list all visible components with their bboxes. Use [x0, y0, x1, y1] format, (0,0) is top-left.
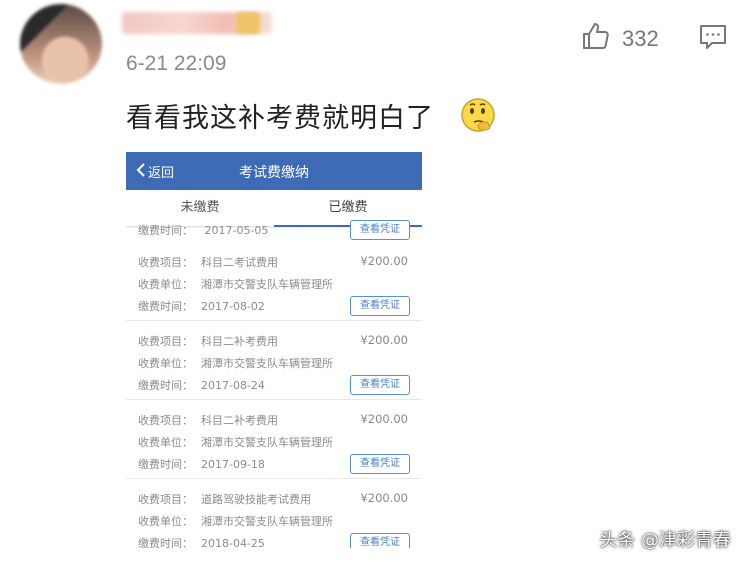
- payment-time: 2017-09-18: [201, 458, 265, 471]
- comment-text: 看看我这补考费就明白了: [126, 103, 434, 134]
- field-label: 缴费时间：: [138, 224, 193, 237]
- view-receipt-button[interactable]: 查看凭证: [350, 454, 410, 474]
- field-label: 收费单位：: [138, 515, 193, 528]
- view-receipt-button[interactable]: 查看凭证: [350, 533, 410, 548]
- payment-time: 2017-05-05: [204, 224, 269, 237]
- like-count: 332: [622, 26, 659, 51]
- comment-icon: [698, 25, 728, 56]
- list-item: 收费项目： 道路驾驶技能考试费用 ¥200.00 收费单位： 湘潭市交警支队车辆管理…: [126, 479, 422, 548]
- payment-time: 2017-08-24: [201, 379, 265, 392]
- field-label: 收费项目：: [138, 493, 193, 506]
- screen-title: 考试费缴纳: [239, 165, 309, 181]
- like-button[interactable]: 332: [580, 20, 659, 58]
- watermark: 头条 @津彩青春: [599, 530, 731, 551]
- fee-unit: 湘潭市交警支队车辆管理所: [201, 436, 333, 449]
- avatar[interactable]: [20, 4, 102, 84]
- field-label: 缴费时间：: [138, 537, 193, 548]
- field-label: 收费项目：: [138, 414, 193, 427]
- fee-item: 道路驾驶技能考试费用: [201, 493, 311, 506]
- field-label: 收费单位：: [138, 357, 193, 370]
- payment-time: 2018-04-25: [201, 537, 265, 548]
- fee-unit: 湘潭市交警支队车辆管理所: [201, 515, 333, 528]
- fee-item: 科目二补考费用: [201, 414, 278, 427]
- field-label: 缴费时间：: [138, 458, 193, 471]
- fee-amount: ¥200.00: [360, 254, 408, 268]
- fee-item: 科目二补考费用: [201, 335, 278, 348]
- field-label: 缴费时间：: [138, 379, 193, 392]
- fee-item: 科目二考试费用: [201, 256, 278, 269]
- fee-unit: 湘潭市交警支队车辆管理所: [201, 357, 333, 370]
- tab-unpaid[interactable]: 未缴费: [126, 190, 274, 226]
- thumbs-up-icon: [580, 20, 612, 58]
- list-item: 收费项目： 科目二补考费用 ¥200.00 收费单位： 湘潭市交警支队车辆管理所 缴…: [126, 400, 422, 479]
- phone-navbar: 返回 考试费缴纳: [126, 152, 422, 190]
- user-badge-icon: [236, 12, 260, 34]
- field-label: 缴费时间：: [138, 300, 193, 313]
- field-label: 收费项目：: [138, 256, 193, 269]
- payment-records: 缴费时间： 2017-05-05 查看凭证 收费项目： 科目二考试费用 ¥200.…: [126, 220, 422, 548]
- view-receipt-button[interactable]: 查看凭证: [350, 296, 410, 316]
- list-item: 收费项目： 科目二补考费用 ¥200.00 收费单位： 湘潭市交警支队车辆管理所 缴…: [126, 321, 422, 400]
- list-item: 收费项目： 科目二考试费用 ¥200.00 收费单位： 湘潭市交警支队车辆管理所 缴…: [126, 242, 422, 321]
- comment-timestamp: 6-21 22:09: [126, 52, 227, 75]
- payment-screenshot: 返回 考试费缴纳 未缴费 已缴费 缴费时间： 2017-05-05 查看凭证 收…: [126, 152, 422, 548]
- field-label: 收费单位：: [138, 436, 193, 449]
- fee-amount: ¥200.00: [360, 491, 408, 505]
- comment-button[interactable]: [698, 22, 728, 56]
- list-item: 缴费时间： 2017-05-05 查看凭证: [126, 220, 422, 242]
- fee-amount: ¥200.00: [360, 333, 408, 347]
- fee-unit: 湘潭市交警支队车辆管理所: [201, 278, 333, 291]
- view-receipt-button[interactable]: 查看凭证: [350, 220, 410, 240]
- field-label: 收费单位：: [138, 278, 193, 291]
- field-label: 收费项目：: [138, 335, 193, 348]
- payment-time: 2017-08-02: [201, 300, 265, 313]
- thinking-face-icon: [458, 96, 498, 140]
- fee-amount: ¥200.00: [360, 412, 408, 426]
- view-receipt-button[interactable]: 查看凭证: [350, 375, 410, 395]
